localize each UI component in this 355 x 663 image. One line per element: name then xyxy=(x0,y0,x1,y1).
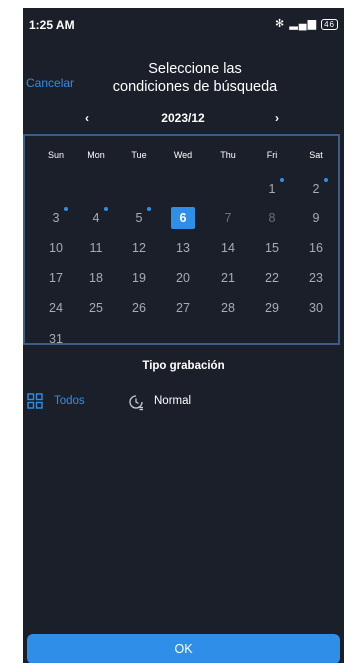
calendar-day[interactable]: 8 xyxy=(260,207,284,229)
calendar-day[interactable]: 17 xyxy=(44,267,68,289)
signal-icon: ▂▄▆ xyxy=(289,18,318,30)
filter-todos-option[interactable]: Todos xyxy=(27,393,107,411)
recording-type-title: Tipo grabación xyxy=(142,360,225,372)
calendar-day[interactable]: 31 xyxy=(44,328,68,350)
weekday-label: Sat xyxy=(309,150,323,160)
month-navigation: ‹ 2023/12 › xyxy=(23,111,344,131)
previous-month-button[interactable]: ‹ xyxy=(85,111,89,125)
calendar-grid: Sun Mon Tue Wed Thu Fri Sat 1 2 3 4 5 6 7 8 9 10 11 12 13 1… xyxy=(23,134,340,346)
cancel-button[interactable]: Cancelar xyxy=(26,76,74,90)
bluetooth-icon: ✻ xyxy=(275,18,286,30)
calendar-day[interactable]: 25 xyxy=(84,297,108,319)
recording-indicator-dot xyxy=(104,207,108,211)
calendar-day[interactable]: 16 xyxy=(304,237,328,259)
calendar-day[interactable]: 27 xyxy=(171,297,195,319)
title-line-1: Seleccione las xyxy=(148,61,242,77)
weekday-label: Thu xyxy=(220,150,236,160)
calendar-day[interactable]: 18 xyxy=(84,267,108,289)
calendar-day[interactable]: 15 xyxy=(260,237,284,259)
phone-screen: 1:25 AM ✻ ▂▄▆ 46 Cancelar Seleccione las… xyxy=(23,8,344,663)
calendar-day[interactable]: 13 xyxy=(171,237,195,259)
calendar-day[interactable]: 22 xyxy=(260,267,284,289)
calendar-day[interactable]: 14 xyxy=(216,237,240,259)
grid-icon xyxy=(27,393,43,409)
title-line-2: condiciones de búsqueda xyxy=(112,79,278,95)
calendar-day[interactable]: 19 xyxy=(127,267,151,289)
calendar-day[interactable]: 30 xyxy=(304,297,328,319)
calendar-day[interactable]: 21 xyxy=(216,267,240,289)
filter-normal-label: Normal xyxy=(154,395,192,407)
status-icons: ✻ ▂▄▆ 46 xyxy=(275,17,338,30)
status-time: 1:25 AM xyxy=(29,18,75,32)
battery-icon: 46 xyxy=(321,19,338,30)
weekday-header: Sun Mon Tue Wed Thu Fri Sat xyxy=(29,150,336,164)
recording-indicator-dot xyxy=(64,207,68,211)
weekday-label: Wed xyxy=(173,150,193,160)
calendar-day[interactable]: 11 xyxy=(84,237,108,259)
calendar-day[interactable]: 20 xyxy=(171,267,195,289)
month-label: 2023/12 xyxy=(161,111,205,125)
calendar-day[interactable]: 29 xyxy=(260,297,284,319)
calendar-day[interactable]: 7 xyxy=(216,207,240,229)
calendar-day[interactable]: 12 xyxy=(127,237,151,259)
calendar-day[interactable]: 23 xyxy=(304,267,328,289)
battery-level: 46 xyxy=(324,20,335,29)
ok-button[interactable]: OK xyxy=(27,634,340,663)
calendar-day[interactable]: 10 xyxy=(44,237,68,259)
filter-todos-label: Todos xyxy=(54,395,85,407)
recording-indicator-dot xyxy=(324,178,328,182)
weekday-label: Fri xyxy=(266,150,278,160)
page-title: Seleccione las condiciones de búsqueda xyxy=(95,60,295,96)
calendar-day[interactable]: 6 xyxy=(171,207,195,229)
recording-indicator-dot xyxy=(280,178,284,182)
weekday-label: Mon xyxy=(87,150,105,160)
weekday-label: Tue xyxy=(131,150,147,160)
status-bar: 1:25 AM ✻ ▂▄▆ 46 xyxy=(23,8,344,40)
calendar-day[interactable]: 26 xyxy=(127,297,151,319)
calendar-day[interactable]: 28 xyxy=(216,297,240,319)
calendar-day[interactable]: 9 xyxy=(304,207,328,229)
weekday-label: Sun xyxy=(47,150,64,160)
clock-icon xyxy=(129,395,143,411)
next-month-button[interactable]: › xyxy=(275,111,279,125)
filter-normal-option[interactable]: Normal xyxy=(127,393,217,411)
recording-indicator-dot xyxy=(147,207,151,211)
calendar-day[interactable]: 24 xyxy=(44,297,68,319)
header: Cancelar Seleccione las condiciones de b… xyxy=(23,60,344,110)
